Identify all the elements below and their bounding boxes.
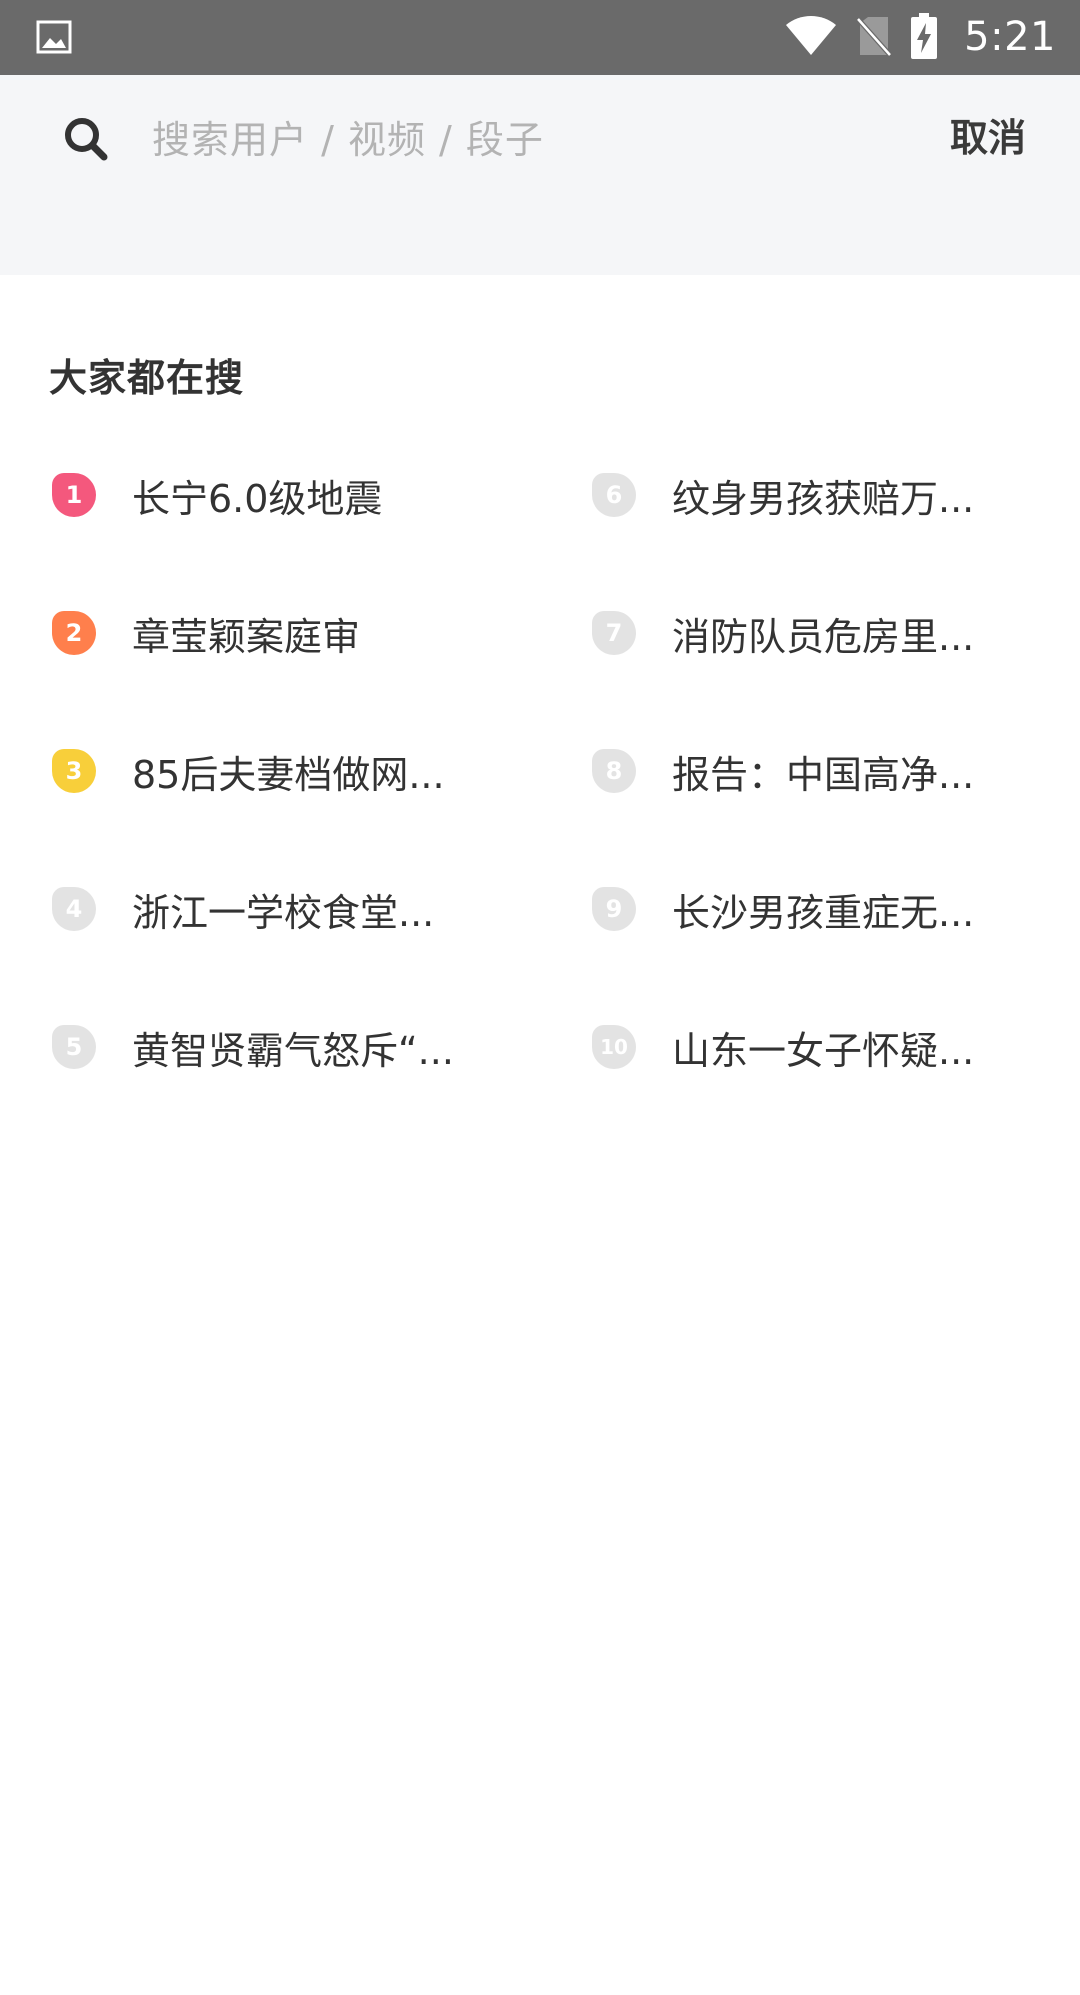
hot-item-text: 消防队员危房里... bbox=[672, 614, 975, 659]
battery-charging-icon bbox=[910, 12, 938, 63]
image-icon bbox=[36, 20, 72, 54]
rank-badge: 9 bbox=[592, 887, 636, 931]
hot-item-2[interactable]: 2 章莹颖案庭审 bbox=[52, 583, 472, 683]
hot-item-1[interactable]: 1 长宁6.0级地震 bbox=[52, 445, 472, 545]
hot-item-text: 浙江一学校食堂... bbox=[132, 890, 435, 935]
rank-badge: 2 bbox=[52, 611, 96, 655]
hot-item-text: 黄智贤霸气怒斥“... bbox=[132, 1028, 454, 1073]
status-icons: 5:21 bbox=[784, 0, 1056, 75]
hot-item-6[interactable]: 6 纹身男孩获赔万... bbox=[592, 445, 1012, 545]
hot-item-4[interactable]: 4 浙江一学校食堂... bbox=[52, 859, 472, 959]
wifi-icon bbox=[784, 15, 838, 61]
section-title: 大家都在搜 bbox=[49, 356, 245, 400]
search-header: 取消 大家都在搜 1 长宁6.0级地震 2 章莹颖案庭审 3 85后夫妻档做网.… bbox=[0, 75, 1080, 1995]
hot-search-panel: 大家都在搜 1 长宁6.0级地震 2 章莹颖案庭审 3 85后夫妻档做网... … bbox=[0, 275, 1080, 1995]
rank-badge: 3 bbox=[52, 749, 96, 793]
search-input[interactable] bbox=[150, 105, 910, 175]
hot-item-8[interactable]: 8 报告：中国高净... bbox=[592, 721, 1012, 821]
search-icon bbox=[64, 117, 108, 161]
hot-item-10[interactable]: 10 山东一女子怀疑... bbox=[592, 997, 1012, 1097]
hot-item-text: 纹身男孩获赔万... bbox=[672, 476, 975, 521]
hot-item-text: 章莹颖案庭审 bbox=[132, 614, 361, 659]
hot-item-text: 报告：中国高净... bbox=[672, 752, 975, 797]
rank-badge: 10 bbox=[592, 1025, 636, 1069]
rank-badge: 6 bbox=[592, 473, 636, 517]
rank-badge: 7 bbox=[592, 611, 636, 655]
hot-item-9[interactable]: 9 长沙男孩重症无... bbox=[592, 859, 1012, 959]
cancel-button[interactable]: 取消 bbox=[950, 103, 1026, 173]
rank-badge: 5 bbox=[52, 1025, 96, 1069]
hot-item-text: 85后夫妻档做网... bbox=[132, 752, 445, 797]
hot-item-text: 长沙男孩重症无... bbox=[672, 890, 975, 935]
rank-badge: 8 bbox=[592, 749, 636, 793]
hot-item-5[interactable]: 5 黄智贤霸气怒斥“... bbox=[52, 997, 472, 1097]
rank-badge: 1 bbox=[52, 473, 96, 517]
rank-badge: 4 bbox=[52, 887, 96, 931]
hot-item-7[interactable]: 7 消防队员危房里... bbox=[592, 583, 1012, 683]
hot-item-text: 长宁6.0级地震 bbox=[132, 476, 383, 521]
no-sim-icon bbox=[856, 15, 893, 61]
status-time: 5:21 bbox=[964, 14, 1056, 60]
hot-item-3[interactable]: 3 85后夫妻档做网... bbox=[52, 721, 472, 821]
status-bar: 5:21 bbox=[0, 0, 1080, 75]
hot-item-text: 山东一女子怀疑... bbox=[672, 1028, 975, 1073]
